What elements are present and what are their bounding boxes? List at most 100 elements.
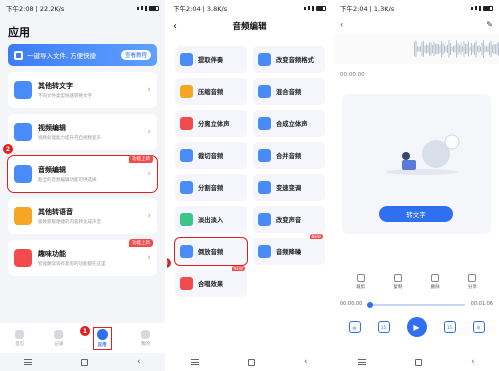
tab-item[interactable]: 记录 (54, 329, 64, 347)
merge-icon (258, 149, 271, 162)
tab-label: 首页 (15, 341, 25, 347)
rewind-15-icon[interactable]: 15 (377, 321, 390, 333)
waveform-graphic (414, 40, 499, 58)
back-chevron-icon[interactable]: ‹ (340, 20, 343, 29)
progress-track[interactable] (368, 304, 465, 306)
home-icon[interactable] (81, 358, 89, 366)
feature-item[interactable]: 分离立体声 (175, 110, 247, 137)
tab-item[interactable]: 首页 (15, 329, 25, 347)
feature-item[interactable]: 淡出淡入 (175, 206, 247, 233)
app-card[interactable]: 其他转文字不同文件类型快速转换文字 › (8, 72, 157, 108)
app-card[interactable]: 音频编辑 超全的音频编辑功能可供选择 › 功能上新 (7, 155, 158, 193)
app-card[interactable]: 其他转语音 极致获取便捷的内容转化成声音 › (8, 198, 157, 234)
wave-bar (484, 45, 486, 53)
home-icon[interactable] (415, 358, 423, 366)
feature-item[interactable]: 分割音频 (175, 174, 247, 201)
wave-bar (430, 42, 432, 56)
tool-label: 复制 (393, 285, 403, 290)
wave-bar (483, 40, 484, 58)
card-subtitle: 智能朗读等有意思的功能都在这里 (38, 262, 106, 267)
menu-icon[interactable] (24, 359, 33, 365)
merge-stereo-icon (258, 117, 271, 130)
banner-text: 一键导入文件, 方便快捷 (27, 52, 97, 60)
wave-time: 00:00.00 (340, 72, 365, 78)
back-chevron-icon[interactable]: ‹ (173, 21, 177, 32)
feature-label: 合并音频 (276, 153, 302, 160)
tab-item[interactable]: 我的 (140, 329, 150, 347)
wave-bar (423, 41, 424, 57)
chevron-right-icon: › (147, 85, 151, 95)
page-title: 音频编辑 (232, 22, 267, 32)
home-icon[interactable] (248, 358, 256, 366)
feature-label: 变速变调 (276, 185, 302, 192)
tab-item[interactable]: 应用 (92, 326, 112, 350)
feature-item[interactable]: 裁切音频 (175, 142, 247, 169)
feature-item[interactable]: 合并音频 (253, 142, 325, 169)
status-time: 下午2:04 | 1.3K/s (340, 5, 395, 13)
feature-label: 淡出淡入 (198, 217, 224, 224)
waveform[interactable]: 00:00.00 (334, 34, 499, 78)
tool-button[interactable]: 分享 (468, 274, 477, 290)
feature-item[interactable]: 倒放音频 (174, 237, 248, 266)
app-card[interactable]: 视频编辑 视频处理能力提升开启视频变声 › (8, 114, 157, 150)
wave-bar (459, 45, 460, 53)
audio-player-screen: 下午2:04 | 1.3K/s ‹ ✎ 00:00.00 转文字 裁剪 复制 删除 分… (334, 0, 499, 371)
voice-change-icon (258, 213, 271, 226)
feature-item[interactable]: 提取伴奏 (175, 46, 247, 73)
feature-item[interactable]: 合唱效果 NEW (175, 266, 247, 297)
import-banner[interactable]: 一键导入文件, 方便快捷 查看教程 (8, 44, 157, 66)
wave-bar (442, 43, 444, 55)
tool-button[interactable]: 裁剪 (356, 274, 365, 290)
new-badge: NEW (231, 266, 245, 271)
delete-icon (431, 274, 440, 282)
back-icon[interactable]: ‹ (304, 357, 308, 367)
wave-bar (456, 40, 457, 58)
back-icon[interactable]: ‹ (137, 357, 141, 367)
feature-item[interactable]: 变速变调 (253, 174, 325, 201)
progress-bar[interactable]: 00:00.00 00:01.06 (340, 301, 493, 309)
copy-icon (393, 274, 402, 282)
extract-icon (180, 53, 193, 66)
wave-bar (421, 41, 423, 57)
feature-label: 混合音频 (276, 89, 302, 96)
step-marker-2: 2 (3, 144, 13, 154)
wave-bar (489, 42, 490, 56)
signal-icon (137, 5, 159, 11)
apps-icon (96, 328, 108, 340)
card-subtitle: 不同文件类型快速转换文字 (38, 94, 92, 99)
wave-bar (460, 43, 462, 55)
tool-button[interactable]: 删除 (431, 274, 440, 290)
wave-bar (490, 40, 492, 58)
playback-controls: ▤ 15 ▶ 15 ⚙ (340, 316, 493, 338)
feature-item[interactable]: 音频降噪 NEW (253, 234, 325, 265)
feature-label: 倒放音频 (198, 249, 224, 256)
app-card[interactable]: 趣味功能 智能朗读等有意思的功能都在这里 › 功能上新 (8, 239, 157, 276)
menu-icon[interactable] (191, 359, 200, 365)
play-button[interactable]: ▶ (406, 317, 427, 337)
feature-item[interactable]: 合成立体声 (253, 110, 325, 137)
feature-item[interactable]: 改变音频格式 (253, 46, 325, 73)
tool-button[interactable]: 复制 (393, 274, 402, 290)
settings-icon[interactable]: ⚙ (472, 321, 485, 333)
card-title: 其他转文字 (38, 82, 73, 90)
convert-to-text-button[interactable]: 转文字 (379, 206, 453, 222)
wave-bar (424, 45, 426, 53)
forward-15-icon[interactable]: 15 (443, 321, 456, 333)
subtitle-icon[interactable]: ▤ (348, 321, 361, 333)
menu-icon[interactable] (358, 359, 367, 365)
card-title: 趣味功能 (38, 250, 66, 258)
view-tutorial-button[interactable]: 查看教程 (120, 50, 151, 60)
back-icon[interactable]: ‹ (471, 357, 475, 367)
wave-bar (433, 42, 435, 56)
feature-item[interactable]: 混合音频 (253, 78, 325, 105)
feature-item[interactable]: 压缩音频 (175, 78, 247, 105)
wave-bar (487, 45, 489, 53)
chevron-right-icon: › (147, 253, 151, 263)
document-text-icon (14, 81, 32, 99)
progress-knob[interactable] (367, 302, 373, 308)
feature-grid: 提取伴奏 改变音频格式 压缩音频 混合音频分离立体声 合成立体声 裁切音频 合并音频分割音频… (174, 46, 325, 297)
battery-icon (316, 5, 326, 11)
edit-pen-icon[interactable]: ✎ (486, 20, 493, 29)
feature-item[interactable]: 改变声音 (253, 206, 325, 233)
chevron-right-icon: › (147, 211, 151, 221)
